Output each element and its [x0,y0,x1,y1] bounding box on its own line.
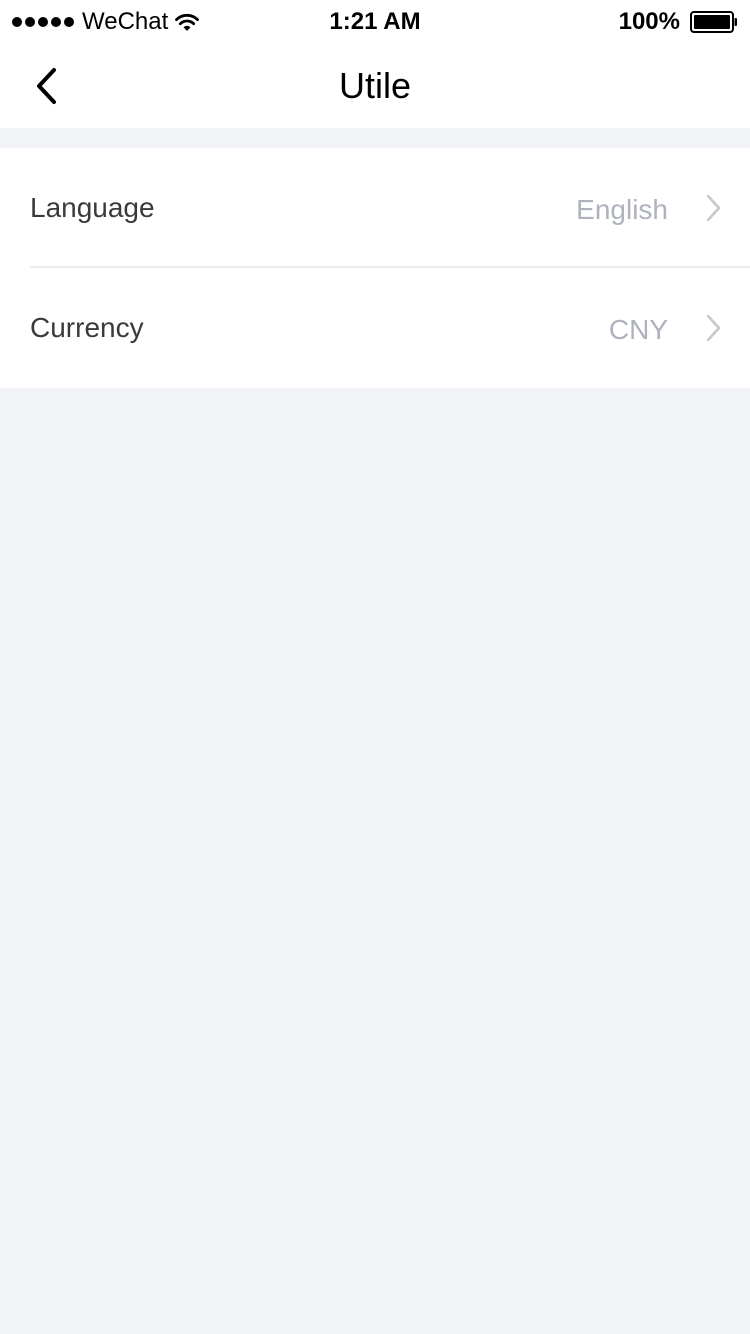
language-label: Language [30,192,155,223]
language-row[interactable]: Language English [0,148,750,268]
chevron-left-icon [37,68,56,104]
battery-icon [690,11,737,33]
settings-list: Language English Currency CNY [0,148,750,388]
currency-value: CNY [608,314,668,345]
status-bar: WeChat 1:21 AM 100% [0,0,750,44]
currency-label: Currency [30,312,144,343]
chevron-right-icon [706,194,721,222]
back-button[interactable] [16,56,76,116]
language-value: English [576,194,668,225]
status-right: 100% [619,6,738,38]
chevron-right-icon [706,314,721,342]
currency-row[interactable]: Currency CNY [0,268,750,388]
page-title: Utile [338,65,412,106]
battery-percent: 100% [618,8,680,35]
nav-bar: Utile [0,44,750,128]
